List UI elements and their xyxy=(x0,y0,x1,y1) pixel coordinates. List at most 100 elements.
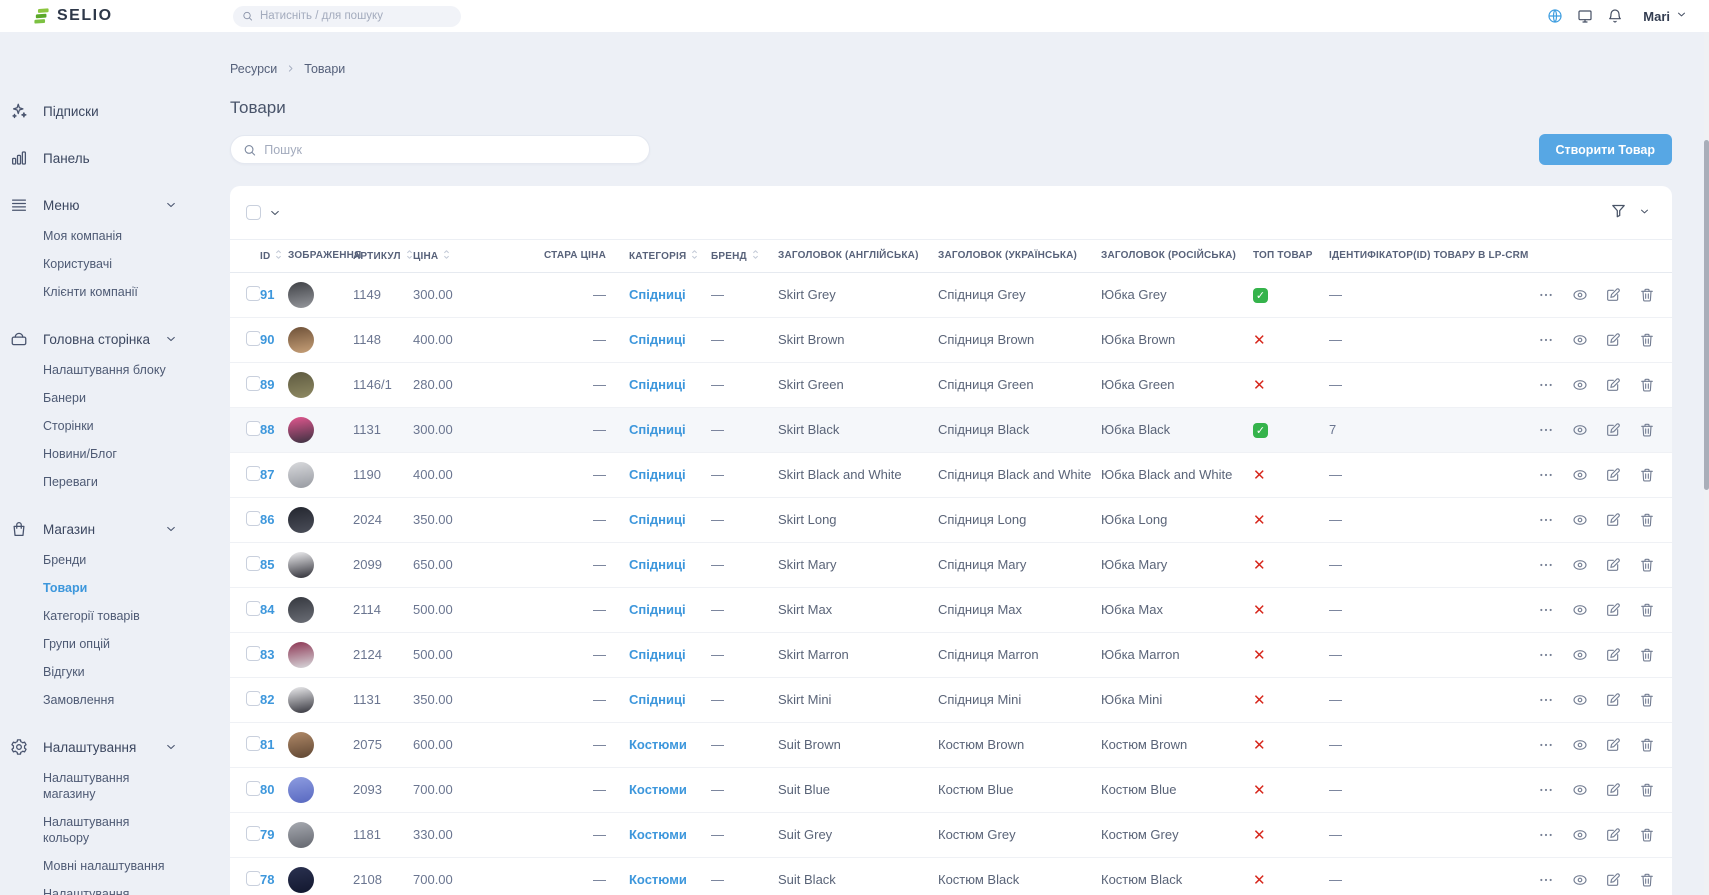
products-search-input[interactable] xyxy=(264,143,637,157)
sidebar-subitem[interactable]: Мовні налаштування xyxy=(43,852,177,880)
product-image[interactable] xyxy=(288,822,314,848)
row-id-link[interactable]: 78 xyxy=(260,872,274,887)
product-image[interactable] xyxy=(288,507,314,533)
category-link[interactable]: Спідниці xyxy=(629,467,686,482)
row-id-link[interactable]: 79 xyxy=(260,827,274,842)
more-actions-icon[interactable] xyxy=(1538,287,1554,303)
edit-icon[interactable] xyxy=(1605,332,1621,348)
more-actions-icon[interactable] xyxy=(1538,512,1554,528)
row-id-link[interactable]: 84 xyxy=(260,602,274,617)
chevron-down-icon[interactable] xyxy=(165,333,177,345)
select-all-checkbox[interactable] xyxy=(246,205,261,220)
category-link[interactable]: Спідниці xyxy=(629,332,686,347)
row-checkbox[interactable] xyxy=(246,511,260,526)
more-actions-icon[interactable] xyxy=(1538,377,1554,393)
delete-icon[interactable] xyxy=(1639,287,1655,303)
row-checkbox[interactable] xyxy=(246,286,260,301)
row-checkbox[interactable] xyxy=(246,646,260,661)
row-checkbox[interactable] xyxy=(246,781,260,796)
view-icon[interactable] xyxy=(1572,557,1588,573)
row-id-link[interactable]: 82 xyxy=(260,692,274,707)
row-checkbox[interactable] xyxy=(246,691,260,706)
sidebar-subitem[interactable]: Налаштування кольору xyxy=(43,808,177,852)
row-checkbox[interactable] xyxy=(246,421,260,436)
delete-icon[interactable] xyxy=(1639,377,1655,393)
sidebar-subitem[interactable]: Банери xyxy=(43,384,177,412)
more-actions-icon[interactable] xyxy=(1538,422,1554,438)
row-id-link[interactable]: 81 xyxy=(260,737,274,752)
create-product-button[interactable]: Створити Товар xyxy=(1539,134,1673,165)
edit-icon[interactable] xyxy=(1605,287,1621,303)
delete-icon[interactable] xyxy=(1639,827,1655,843)
category-link[interactable]: Спідниці xyxy=(629,512,686,527)
row-id-link[interactable]: 86 xyxy=(260,512,274,527)
delete-icon[interactable] xyxy=(1639,782,1655,798)
edit-icon[interactable] xyxy=(1605,512,1621,528)
sidebar-subitem[interactable]: Переваги xyxy=(43,468,177,496)
chevron-down-icon[interactable] xyxy=(1639,204,1650,222)
sidebar-subitem[interactable]: Бренди xyxy=(43,546,177,574)
globe-icon[interactable] xyxy=(1547,8,1563,24)
sidebar-subitem[interactable]: Групи опцій xyxy=(43,630,177,658)
category-link[interactable]: Спідниці xyxy=(629,647,686,662)
view-icon[interactable] xyxy=(1572,737,1588,753)
sidebar-item[interactable]: Меню xyxy=(10,191,177,219)
edit-icon[interactable] xyxy=(1605,647,1621,663)
chevron-down-icon[interactable] xyxy=(165,523,177,535)
product-image[interactable] xyxy=(288,777,314,803)
column-header[interactable]: БРЕНД xyxy=(696,240,778,272)
sidebar-subitem[interactable]: Сторінки xyxy=(43,412,177,440)
category-link[interactable]: Костюми xyxy=(629,872,687,887)
view-icon[interactable] xyxy=(1572,872,1588,888)
edit-icon[interactable] xyxy=(1605,782,1621,798)
product-image[interactable] xyxy=(288,372,314,398)
sidebar-subitem[interactable]: Відгуки xyxy=(43,658,177,686)
chevron-down-icon[interactable] xyxy=(165,741,177,753)
category-link[interactable]: Спідниці xyxy=(629,422,686,437)
more-actions-icon[interactable] xyxy=(1538,692,1554,708)
category-link[interactable]: Спідниці xyxy=(629,692,686,707)
column-header[interactable]: АРТИКУЛ xyxy=(353,240,413,272)
row-checkbox[interactable] xyxy=(246,556,260,571)
delete-icon[interactable] xyxy=(1639,512,1655,528)
sidebar-item[interactable]: Магазин xyxy=(10,515,177,543)
edit-icon[interactable] xyxy=(1605,602,1621,618)
chevron-down-icon[interactable] xyxy=(165,199,177,211)
edit-icon[interactable] xyxy=(1605,557,1621,573)
view-icon[interactable] xyxy=(1572,602,1588,618)
view-icon[interactable] xyxy=(1572,377,1588,393)
row-checkbox[interactable] xyxy=(246,736,260,751)
product-image[interactable] xyxy=(288,867,314,893)
category-link[interactable]: Костюми xyxy=(629,737,687,752)
product-image[interactable] xyxy=(288,597,314,623)
delete-icon[interactable] xyxy=(1639,422,1655,438)
more-actions-icon[interactable] xyxy=(1538,827,1554,843)
scrollbar-thumb[interactable] xyxy=(1704,140,1709,490)
sidebar-item[interactable]: Панель xyxy=(10,144,177,172)
row-id-link[interactable]: 90 xyxy=(260,332,274,347)
category-link[interactable]: Спідниці xyxy=(629,602,686,617)
more-actions-icon[interactable] xyxy=(1538,602,1554,618)
row-id-link[interactable]: 85 xyxy=(260,557,274,572)
product-image[interactable] xyxy=(288,687,314,713)
edit-icon[interactable] xyxy=(1605,422,1621,438)
row-id-link[interactable]: 91 xyxy=(260,287,274,302)
sort-icon[interactable] xyxy=(751,249,760,260)
product-image[interactable] xyxy=(288,732,314,758)
category-link[interactable]: Спідниці xyxy=(629,377,686,392)
more-actions-icon[interactable] xyxy=(1538,737,1554,753)
delete-icon[interactable] xyxy=(1639,692,1655,708)
row-id-link[interactable]: 89 xyxy=(260,377,274,392)
product-image[interactable] xyxy=(288,417,314,443)
user-menu[interactable]: Mari xyxy=(1643,7,1687,25)
row-checkbox[interactable] xyxy=(246,826,260,841)
delete-icon[interactable] xyxy=(1639,647,1655,663)
logo[interactable]: SELIO xyxy=(0,7,211,25)
row-id-link[interactable]: 80 xyxy=(260,782,274,797)
delete-icon[interactable] xyxy=(1639,872,1655,888)
products-search[interactable] xyxy=(230,135,650,164)
view-icon[interactable] xyxy=(1572,647,1588,663)
sidebar-subitem[interactable]: Налаштування блоку xyxy=(43,356,177,384)
product-image[interactable] xyxy=(288,642,314,668)
sidebar-subitem[interactable]: Налаштування магазину xyxy=(43,764,177,808)
